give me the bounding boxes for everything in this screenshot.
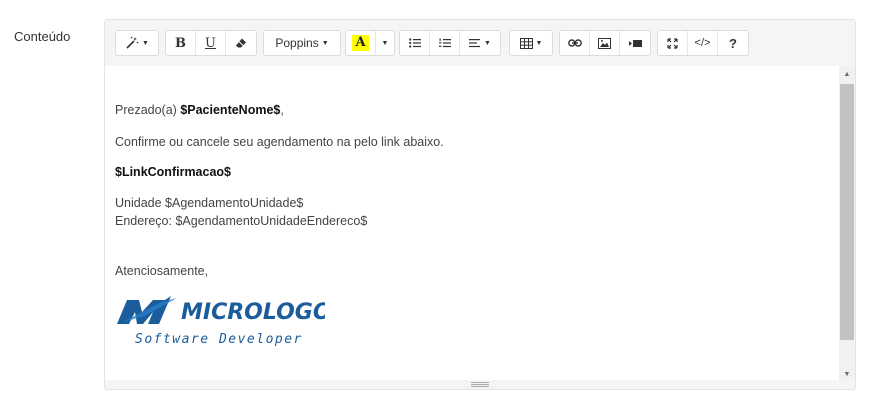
fullscreen-icon (667, 37, 678, 49)
text-color-icon: A (352, 35, 369, 51)
help-button[interactable]: ? (718, 31, 748, 55)
unordered-list-button[interactable] (400, 31, 430, 55)
greeting-prefix: Prezado(a) (115, 103, 181, 117)
editor-content-area[interactable]: Prezado(a) $PacienteNome$, Confirme ou c… (105, 66, 839, 382)
help-icon: ? (729, 35, 737, 51)
clear-format-button[interactable] (226, 31, 256, 55)
video-icon (628, 39, 642, 47)
color-dropdown-button[interactable]: ▼ (376, 31, 394, 55)
link-icon (567, 39, 582, 47)
font-family-group: Poppins ▼ (263, 30, 341, 56)
chevron-down-icon: ▼ (142, 39, 149, 47)
company-logo: MICROLOGOS Software Developer (115, 292, 347, 350)
address-line: Endereço: $AgendamentoUnidadeEndereco$ (115, 214, 368, 228)
align-left-icon (469, 39, 481, 48)
confirm-text: Confirme ou cancele seu agendamento na p… (115, 135, 444, 149)
editor-resize-handle[interactable] (105, 380, 855, 389)
magic-style-button[interactable]: ▼ (116, 31, 158, 55)
chevron-down-icon: ▼ (381, 39, 389, 47)
unit-line: Unidade $AgendamentoUnidade$ (115, 196, 304, 210)
vertical-scrollbar[interactable]: ▲ ▼ (839, 66, 855, 382)
bullet-list-icon (408, 38, 421, 48)
underline-button[interactable]: U (196, 31, 226, 55)
greeting-suffix: , (280, 103, 284, 117)
color-group: A ▼ (345, 30, 395, 56)
patient-name-variable: $PacienteNome$ (180, 103, 281, 117)
table-icon (519, 37, 533, 49)
magic-wand-icon (126, 36, 139, 49)
numbered-list-icon (438, 38, 451, 48)
scroll-up-icon[interactable]: ▲ (839, 66, 855, 82)
image-icon (598, 37, 611, 49)
eraser-icon (236, 38, 246, 48)
align-dropdown-button[interactable]: ▼ (460, 31, 500, 55)
paragraph-group: ▼ (399, 30, 501, 56)
highlight-color-button[interactable]: A (346, 31, 376, 55)
chevron-down-icon: ▼ (321, 39, 329, 47)
grip-icon (471, 382, 489, 387)
insert-image-button[interactable] (590, 31, 620, 55)
font-family-label: Poppins (275, 36, 319, 50)
chevron-down-icon: ▼ (484, 39, 491, 47)
bold-icon: B (175, 35, 186, 51)
chevron-down-icon: ▼ (535, 39, 543, 47)
table-group: ▼ (509, 30, 553, 56)
logo-tagline: Software Developer (135, 332, 303, 347)
editor-toolbar: ▼ B U Poppins ▼ A ▼ ▼ ▼ </> ? (105, 20, 855, 66)
greeting-line: Prezado(a) $PacienteNome$, (115, 103, 284, 117)
insert-video-button[interactable] (620, 31, 650, 55)
rich-text-editor: ▼ B U Poppins ▼ A ▼ ▼ ▼ </> ? Prezado(a)… (104, 19, 856, 390)
table-dropdown-button[interactable]: ▼ (510, 31, 552, 55)
font-style-group: B U (165, 30, 257, 56)
closing-line: Atenciosamente, (115, 264, 209, 278)
underline-icon: U (205, 35, 216, 51)
code-icon: </> (694, 37, 711, 49)
insert-group (559, 30, 651, 56)
view-group: </> ? (657, 30, 749, 56)
logo-name: MICROLOGOS (181, 300, 325, 325)
link-variable: $LinkConfirmacao$ (115, 165, 232, 179)
scrollbar-thumb[interactable] (840, 84, 854, 340)
bold-button[interactable]: B (166, 31, 196, 55)
code-view-button[interactable]: </> (688, 31, 718, 55)
ordered-list-button[interactable] (430, 31, 460, 55)
content-field-label: Conteúdo (14, 29, 71, 44)
fullscreen-button[interactable] (658, 31, 688, 55)
insert-link-button[interactable] (560, 31, 590, 55)
font-family-dropdown[interactable]: Poppins ▼ (264, 31, 340, 55)
micrologos-logo-icon: MICROLOGOS Software Developer (117, 296, 347, 347)
style-group: ▼ (115, 30, 159, 56)
